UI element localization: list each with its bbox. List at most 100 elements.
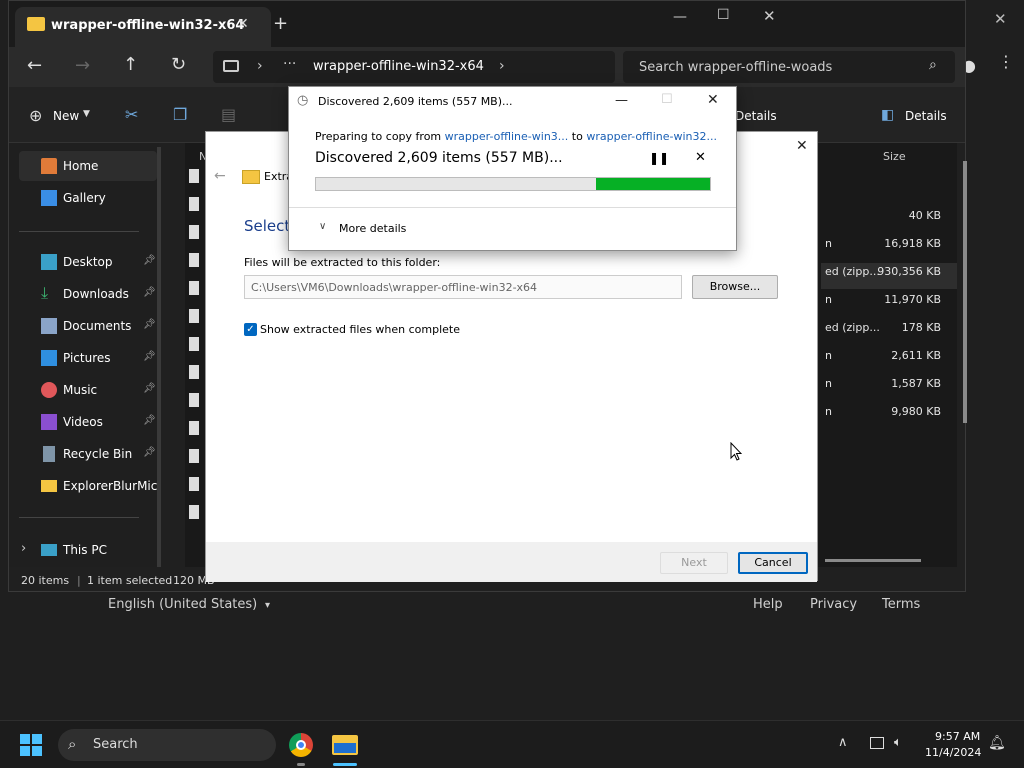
up-icon[interactable]: ↑ [123, 54, 138, 75]
terms-link[interactable]: Terms [882, 597, 920, 612]
more-icon[interactable]: ⋮ [998, 52, 1014, 71]
sidebar-item-pictures[interactable]: Pictures 📌︎ [19, 343, 157, 373]
status-divider: | [77, 574, 81, 587]
more-details-toggle[interactable]: More details [339, 222, 406, 235]
pictures-icon [41, 350, 57, 366]
copy-prefix: Preparing to copy from [315, 130, 445, 143]
search-icon: ⌕ [68, 735, 77, 753]
chevron-down-icon[interactable]: ∨ [319, 221, 326, 232]
cancel-button[interactable]: Cancel [738, 552, 808, 574]
notification-bell-icon[interactable]: 🔔︎ [988, 735, 1006, 751]
add-icon: ⊕ [29, 106, 43, 125]
file-explorer-icon[interactable] [332, 735, 358, 755]
nav-scrollbar[interactable] [157, 147, 161, 567]
cut-icon[interactable]: ✂ [125, 105, 138, 124]
chevron-down-icon[interactable]: ▾ [265, 600, 270, 611]
copy-description: Preparing to copy from wrapper-offline-w… [315, 130, 717, 143]
pin-icon[interactable]: 📌︎ [143, 255, 156, 266]
stop-icon[interactable]: ✕ [695, 150, 706, 165]
windows-start-icon[interactable] [20, 734, 42, 756]
clock-time[interactable]: 9:57 AM [935, 730, 980, 743]
destination-link[interactable]: wrapper-offline-win32... [586, 130, 717, 143]
folder-path-text: C:\Users\VM6\Downloads\wrapper-offline-w… [251, 281, 538, 294]
pin-icon[interactable]: 📌︎ [143, 287, 156, 298]
search-input[interactable]: Search wrapper-offline-woads ⌕ [623, 51, 955, 83]
pause-icon[interactable]: ❚❚ [649, 151, 669, 165]
source-link[interactable]: wrapper-offline-win3... [445, 130, 569, 143]
table-cell-size: 16,918 KB [884, 237, 941, 250]
taskbar-search-label: Search [93, 737, 138, 752]
divider [19, 231, 139, 232]
browse-button[interactable]: Browse... [692, 275, 778, 299]
chevron-up-icon[interactable]: ∧ [838, 735, 848, 750]
minimize-icon[interactable]: — [673, 9, 687, 25]
sidebar-item-documents[interactable]: Documents 📌︎ [19, 311, 157, 341]
table-cell-type: n [825, 293, 832, 306]
refresh-icon[interactable]: ↻ [171, 54, 186, 75]
sidebar-item-videos[interactable]: Videos 📌︎ [19, 407, 157, 437]
network-icon[interactable] [870, 737, 884, 749]
paste-icon[interactable]: ▤ [221, 105, 236, 124]
maximize-icon[interactable]: ☐ [717, 7, 730, 23]
taskbar-search[interactable]: ⌕ Search [58, 729, 276, 761]
pin-icon[interactable]: 📌︎ [143, 383, 156, 394]
sidebar-item-this-pc[interactable]: › This PC [19, 535, 157, 565]
tab-current[interactable]: wrapper-offline-win32-x64 ✕ [15, 7, 271, 47]
help-link[interactable]: Help [753, 597, 783, 612]
back-icon[interactable]: ← [27, 55, 42, 76]
pin-icon[interactable]: 📌︎ [143, 415, 156, 426]
more-icon[interactable]: ··· [283, 56, 296, 72]
folder-icon [41, 480, 57, 492]
language-selector[interactable]: English (United States) [108, 597, 257, 612]
sidebar-item-downloads[interactable]: ⤓ Downloads 📌︎ [19, 279, 157, 309]
pin-icon[interactable]: 📌︎ [143, 447, 156, 458]
close-window-icon[interactable]: ✕ [763, 7, 776, 25]
details-pane-icon[interactable]: ◧ [881, 107, 894, 123]
sidebar-item-recycle-bin[interactable]: Recycle Bin 📌︎ [19, 439, 157, 469]
sidebar-item-explorerblurmic[interactable]: ExplorerBlurMic [19, 471, 157, 501]
clock-icon: ◷ [297, 93, 309, 108]
pin-icon[interactable]: 📌︎ [143, 319, 156, 330]
details-button[interactable]: Details [735, 109, 777, 123]
sidebar-item-gallery[interactable]: Gallery [19, 183, 157, 213]
close-icon[interactable]: ✕ [707, 92, 719, 108]
dialog-heading: Select [244, 217, 291, 235]
close-tab-icon[interactable]: ✕ [237, 16, 249, 32]
back-icon[interactable]: ← [214, 168, 226, 184]
vertical-scrollbar[interactable] [963, 161, 967, 423]
show-files-checkbox[interactable]: ✓ [244, 323, 257, 336]
forward-icon[interactable]: → [75, 55, 90, 76]
chevron-right-icon[interactable]: › [499, 58, 505, 74]
table-cell-type: ed (zipp... [825, 321, 880, 334]
next-button[interactable]: Next [660, 552, 728, 574]
chevron-right-icon[interactable]: › [21, 541, 26, 556]
pin-icon[interactable]: 📌︎ [143, 351, 156, 362]
copy-icon[interactable]: ❐ [173, 105, 187, 124]
privacy-link[interactable]: Privacy [810, 597, 857, 612]
search-icon[interactable]: ⌕ [929, 57, 937, 73]
clock-date[interactable]: 11/4/2024 [925, 746, 981, 759]
volume-muted-icon[interactable]: 🔈︎ [894, 735, 902, 750]
new-button[interactable]: New [53, 109, 79, 123]
chevron-down-icon[interactable]: ▼ [83, 109, 90, 119]
address-text: wrapper-offline-win32-x64 [313, 59, 484, 74]
this-pc-icon [223, 60, 239, 72]
new-tab-icon[interactable]: + [273, 13, 288, 34]
chrome-icon[interactable] [289, 733, 313, 757]
maximize-icon[interactable]: ☐ [661, 92, 673, 107]
column-header-size[interactable]: Size [883, 150, 906, 163]
details-pane-button[interactable]: Details [905, 109, 947, 123]
table-cell-size: 930,356 KB [877, 265, 941, 278]
address-bar[interactable]: › ··· wrapper-offline-win32-x64 › [213, 51, 615, 83]
chevron-right-icon[interactable]: › [257, 58, 263, 74]
navigation-pane: Home Gallery Desktop 📌︎ ⤓ Downloads 📌︎ D… [9, 143, 159, 567]
close-icon[interactable]: ✕ [796, 138, 808, 154]
dialog-footer: Next Cancel [206, 542, 817, 582]
minimize-icon[interactable]: — [615, 93, 628, 108]
sidebar-item-home[interactable]: Home [19, 151, 157, 181]
horizontal-scrollbar[interactable] [825, 559, 921, 562]
close-icon[interactable]: ✕ [994, 10, 1007, 28]
folder-path-input[interactable]: C:\Users\VM6\Downloads\wrapper-offline-w… [244, 275, 682, 299]
sidebar-item-desktop[interactable]: Desktop 📌︎ [19, 247, 157, 277]
sidebar-item-music[interactable]: Music 📌︎ [19, 375, 157, 405]
